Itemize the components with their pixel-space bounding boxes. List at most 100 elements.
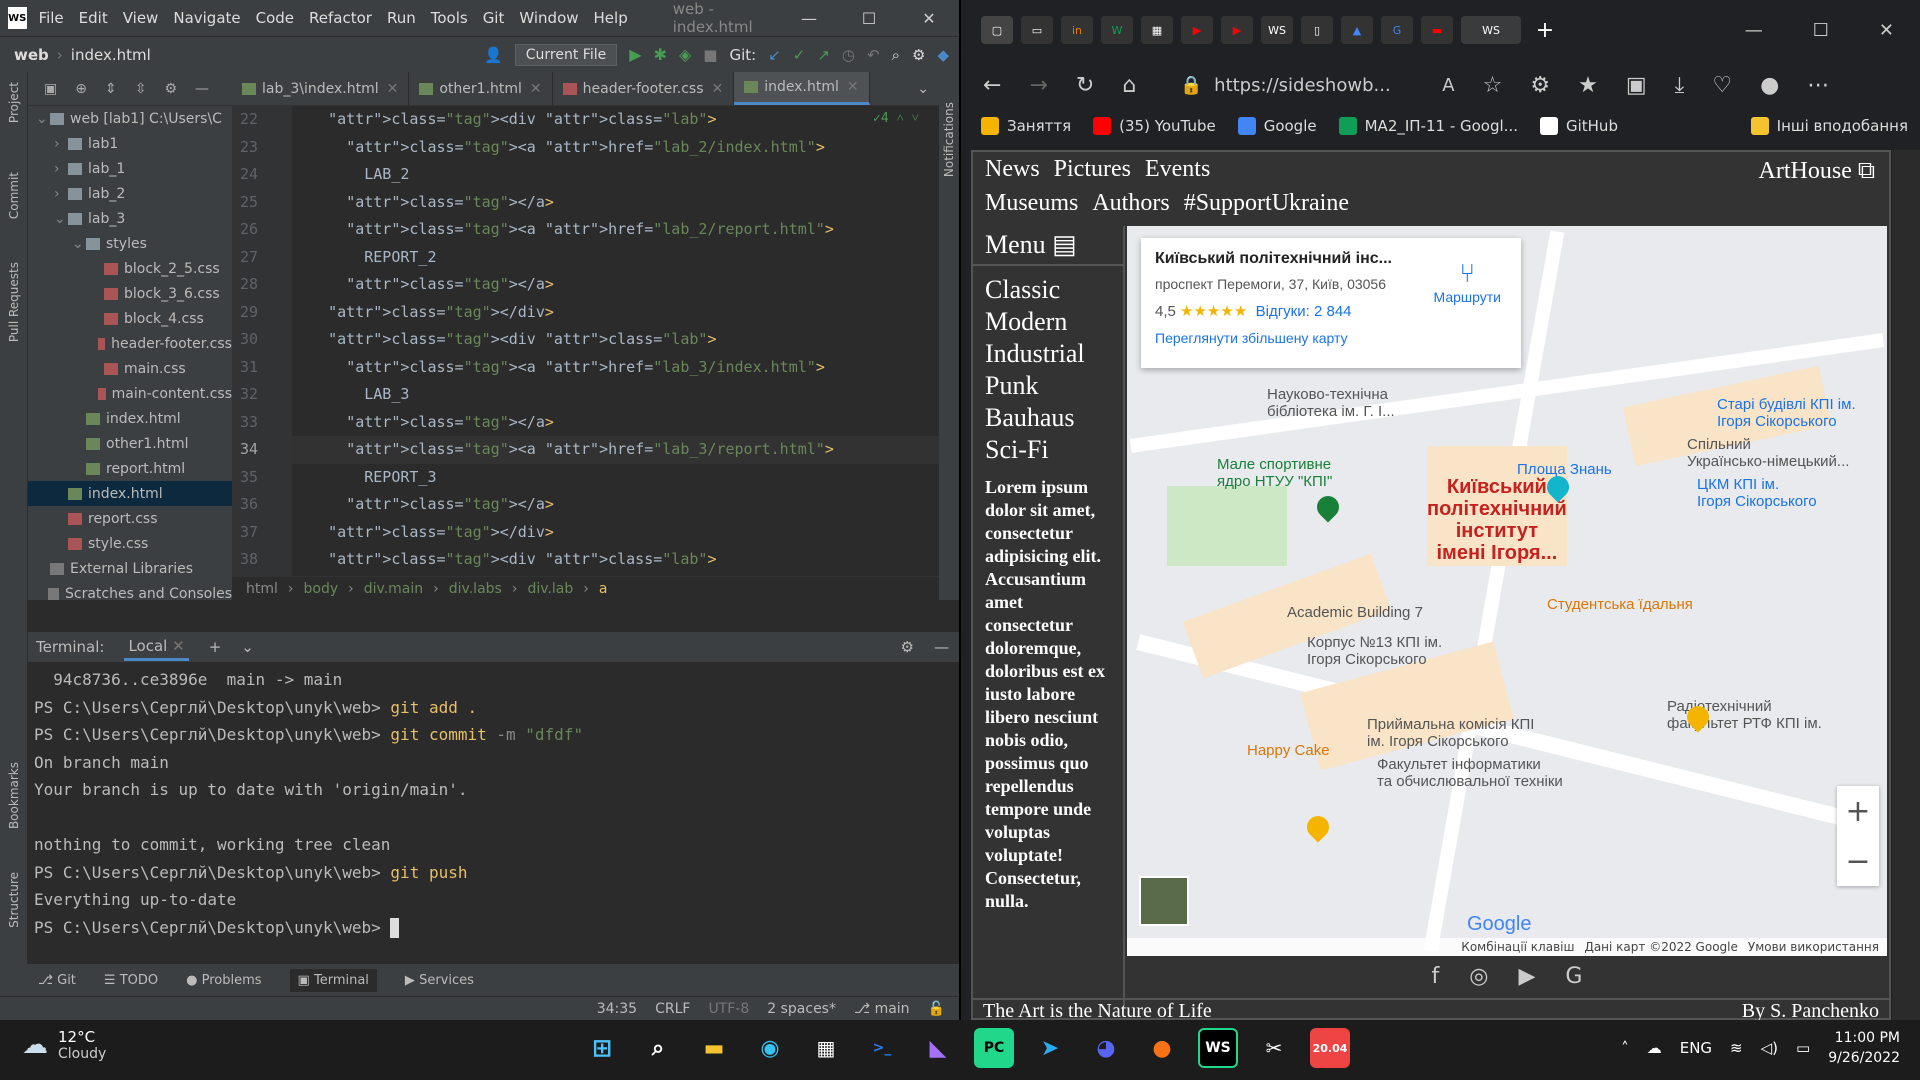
visual-studio-icon[interactable]: ◣ [918, 1028, 958, 1068]
expand-all-icon[interactable]: ⇕ [105, 81, 117, 97]
app-icon[interactable]: 20.04 [1310, 1028, 1350, 1068]
tool-window-problems[interactable]: ● Problems [186, 973, 261, 988]
sidebar-link[interactable]: Sci-Fi [973, 434, 1123, 466]
indent-setting[interactable]: 2 spaces* [767, 1001, 836, 1017]
minimize-icon[interactable]: — [779, 9, 839, 28]
satellite-toggle[interactable] [1139, 876, 1189, 926]
code-line[interactable]: LAB_2 [292, 161, 939, 189]
close-tab-icon[interactable]: ✕ [847, 79, 859, 95]
code-line[interactable]: "attr">class="tag"><div "attr">class="la… [292, 106, 939, 134]
browser-essentials-icon[interactable]: ♡ [1712, 73, 1732, 98]
main-map-label[interactable]: Київський політехнічний інститут імені І… [1427, 476, 1567, 564]
sidebar-link[interactable]: Modern [973, 306, 1123, 338]
code-line[interactable]: "attr">class="tag"><div "attr">class="la… [292, 326, 939, 354]
terminal-tab-local[interactable]: Local ✕ [124, 634, 189, 661]
tree-item[interactable]: External Libraries [28, 556, 232, 581]
menu-item-navigate[interactable]: Navigate [173, 9, 240, 27]
menu-item-window[interactable]: Window [519, 9, 578, 27]
code-line[interactable]: "attr">class="tag"></a> [292, 491, 939, 519]
editor-tab[interactable]: other1.html ✕ [409, 72, 553, 105]
map-label[interactable]: Мале спортивне ядро НТУУ "КПІ" [1217, 456, 1332, 490]
close-tab-icon[interactable]: ✕ [530, 81, 542, 97]
menu-item-refactor[interactable]: Refactor [309, 9, 372, 27]
code-line[interactable]: "attr">class="tag"><a "attr">href="lab_3… [292, 436, 939, 464]
map-label[interactable]: Спільний Українсько-німецький... [1687, 436, 1849, 470]
options-icon[interactable]: ⚙ [164, 81, 177, 97]
favorite-icon[interactable]: ☆ [1483, 73, 1503, 98]
menu-item-git[interactable]: Git [483, 9, 505, 27]
close-tab-icon[interactable]: ✕ [172, 637, 185, 655]
code-line[interactable]: REPORT_2 [292, 244, 939, 272]
tree-item[interactable]: ⌄ styles [28, 231, 232, 256]
tab-list-icon[interactable]: ⌄ [907, 72, 939, 105]
user-icon[interactable]: 👤 [484, 46, 503, 64]
bookmark[interactable]: Заняття [981, 117, 1071, 135]
code-line[interactable]: "attr">class="tag"></a> [292, 409, 939, 437]
caret-position[interactable]: 34:35 [597, 1001, 637, 1017]
google-icon[interactable]: G [1565, 964, 1582, 989]
facebook-icon[interactable]: f [1432, 964, 1440, 989]
tab-actions-icon[interactable]: ▢ [981, 16, 1013, 44]
nav-link[interactable]: News [985, 156, 1040, 182]
minimize-icon[interactable]: — [1745, 20, 1763, 41]
code-line[interactable]: "attr">class="tag"><a "attr">href="lab_2… [292, 216, 939, 244]
map-label[interactable]: Приймальна комісія КПІ ім. Ігоря Сікорсь… [1367, 716, 1534, 750]
locate-icon[interactable]: ⊕ [75, 81, 87, 97]
tree-item[interactable]: header-footer.css [28, 331, 232, 356]
tool-window-git[interactable]: ⎇ Git [38, 973, 76, 988]
search-icon[interactable]: ⌕ [638, 1028, 678, 1068]
tree-item[interactable]: Scratches and Consoles [28, 581, 232, 606]
menu-item-file[interactable]: File [39, 9, 64, 27]
nav-link[interactable]: #SupportUkraine [1184, 190, 1349, 216]
drive-tab-icon[interactable]: ▲ [1341, 16, 1373, 44]
embedded-map[interactable]: Науково-технічна бібліотека ім. Г. І... С… [1127, 226, 1887, 956]
hide-terminal-icon[interactable]: — [934, 638, 949, 656]
code-line[interactable]: "attr">class="tag"><a "attr">href="lab_3… [292, 354, 939, 382]
reload-icon[interactable]: ↻ [1076, 73, 1094, 98]
google-tab-icon[interactable]: G [1381, 16, 1413, 44]
download-icon[interactable]: ⤓ [1675, 73, 1685, 98]
browser-tab[interactable]: ▭ [1021, 16, 1053, 44]
code-breadcrumb-item[interactable]: body [304, 581, 339, 597]
menu-item-edit[interactable]: Edit [79, 9, 108, 27]
close-icon[interactable]: ✕ [1879, 20, 1894, 41]
home-icon[interactable]: ⌂ [1122, 73, 1136, 98]
menu-item-view[interactable]: View [123, 9, 159, 27]
language-indicator[interactable]: ENG [1680, 1039, 1712, 1057]
git-update-icon[interactable]: ↙ [768, 46, 781, 64]
code-line[interactable]: "attr">class="tag"></div> [292, 299, 939, 327]
volume-icon[interactable]: ◁) [1761, 1039, 1778, 1057]
tree-item[interactable]: main-content.css [28, 381, 232, 406]
microphone-icon[interactable]: ● [1142, 1028, 1182, 1068]
project-breadcrumb[interactable]: web [14, 46, 49, 64]
pull-requests-tool-tab[interactable]: Pull Requests [7, 262, 21, 342]
project-tool-tab[interactable]: Project [7, 82, 21, 123]
code-line[interactable]: "attr">class="tag"></a> [292, 271, 939, 299]
terminal-settings-icon[interactable]: ⚙ [901, 638, 914, 656]
menu-item-code[interactable]: Code [256, 9, 294, 27]
powershell-icon[interactable]: >_ [862, 1028, 902, 1068]
run-icon[interactable]: ▶ [629, 45, 641, 64]
bookmarks-tool-tab[interactable]: Bookmarks [7, 762, 21, 829]
active-browser-tab[interactable]: WS [1461, 16, 1521, 44]
tree-item[interactable]: › lab1 [28, 131, 232, 156]
url-field[interactable]: 🔒 https://sideshowb... [1164, 67, 1415, 103]
lock-icon[interactable]: 🔓 [928, 1001, 945, 1017]
search-icon[interactable]: ⌕ [892, 46, 900, 64]
other-bookmarks[interactable]: Інші вподобання [1750, 117, 1920, 135]
layout-icon[interactable]: ▣ [44, 81, 57, 97]
editor-tab[interactable]: index.html ✕ [734, 72, 870, 105]
youtube-icon[interactable]: ▶ [1518, 964, 1535, 989]
structure-tool-tab[interactable]: Structure [7, 872, 21, 928]
file-breadcrumb[interactable]: index.html [71, 46, 151, 64]
close-tab-icon[interactable]: ✕ [712, 81, 724, 97]
tree-item[interactable]: block_2_5.css [28, 256, 232, 281]
code-line[interactable]: "attr">class="tag"><div "attr">class="la… [292, 546, 939, 574]
file-encoding[interactable]: UTF-8 [708, 1001, 749, 1017]
store-icon[interactable]: ▦ [806, 1028, 846, 1068]
code-area[interactable]: ✓4 ˄ ˅ "attr">class="tag"><div "attr">cl… [292, 106, 939, 596]
clock[interactable]: 11:00 PM 9/26/2022 [1828, 1028, 1900, 1068]
browser-tab[interactable]: ▦ [1141, 16, 1173, 44]
bookmark[interactable]: MA2_ІП-11 - Googl... [1338, 117, 1518, 135]
tree-item[interactable]: report.css [28, 506, 232, 531]
